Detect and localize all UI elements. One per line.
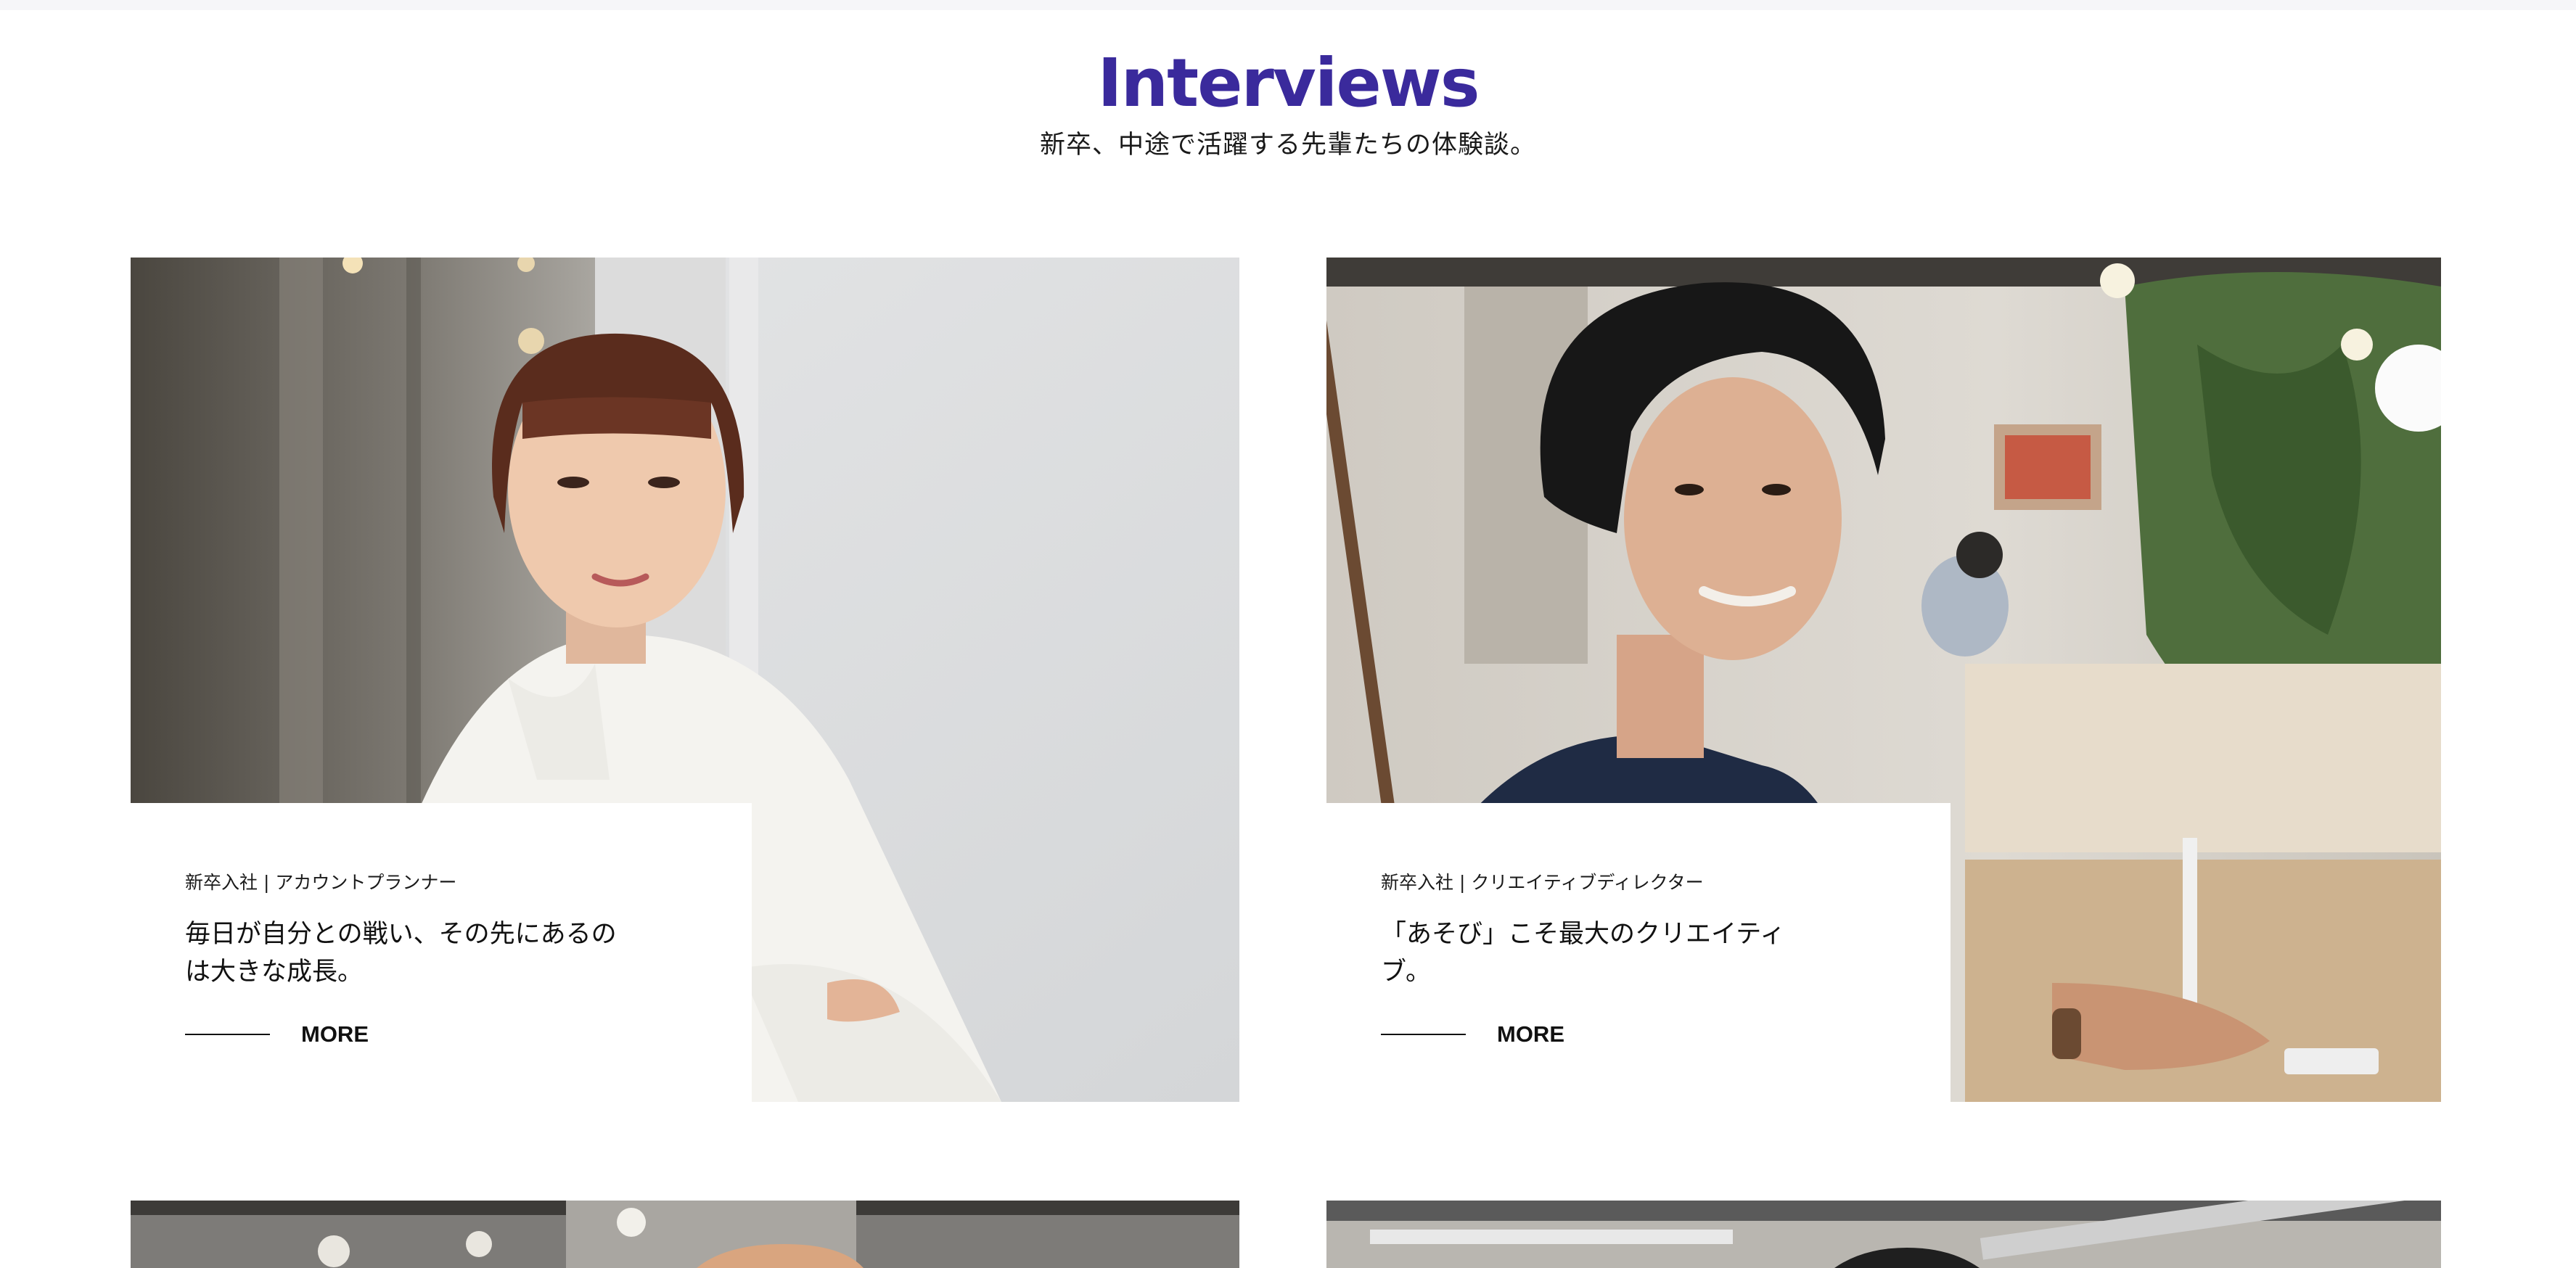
interview-caption-1: 新卒入社 | アカウントプランナー 毎日が自分との戦い、その先にあるのは大きな成… [131, 803, 752, 1102]
section-header: Interviews 新卒、中途で活躍する先輩たちの体験談。 [0, 40, 2576, 163]
interview-card-1[interactable]: 新卒入社 | アカウントプランナー 毎日が自分との戦い、その先にあるのは大きな成… [131, 258, 1239, 1102]
interview-card-2[interactable]: 新卒入社 | クリエイティブディレクター 「あそび」こそ最大のクリエイティブ。 … [1326, 258, 2441, 1102]
interview-card-3[interactable] [131, 1201, 1239, 1268]
more-link[interactable]: MORE [185, 1021, 752, 1047]
top-strip [0, 0, 2576, 10]
interview-category: 新卒入社 | アカウントプランナー [185, 872, 457, 893]
section-subtitle: 新卒、中途で活躍する先輩たちの体験談。 [1039, 131, 1536, 160]
interview-category: 新卒入社 | クリエイティブディレクター [1381, 872, 1704, 893]
more-line-decoration [1381, 1034, 1466, 1035]
more-line-decoration [185, 1034, 270, 1035]
interview-card-4[interactable] [1326, 1201, 2441, 1268]
interview-headline[interactable]: 毎日が自分との戦い、その先にあるのは大きな成長。 [185, 915, 635, 991]
section-title: Interviews [1097, 44, 1480, 122]
interview-caption-2: 新卒入社 | クリエイティブディレクター 「あそび」こそ最大のクリエイティブ。 … [1326, 803, 1951, 1102]
more-label[interactable]: MORE [1497, 1021, 1564, 1047]
interview-photo-4[interactable] [1326, 1201, 2441, 1268]
more-link[interactable]: MORE [1381, 1021, 1951, 1047]
interview-photo-3[interactable] [131, 1201, 1239, 1268]
interview-headline[interactable]: 「あそび」こそ最大のクリエイティブ。 [1381, 915, 1831, 991]
more-label[interactable]: MORE [301, 1021, 369, 1047]
